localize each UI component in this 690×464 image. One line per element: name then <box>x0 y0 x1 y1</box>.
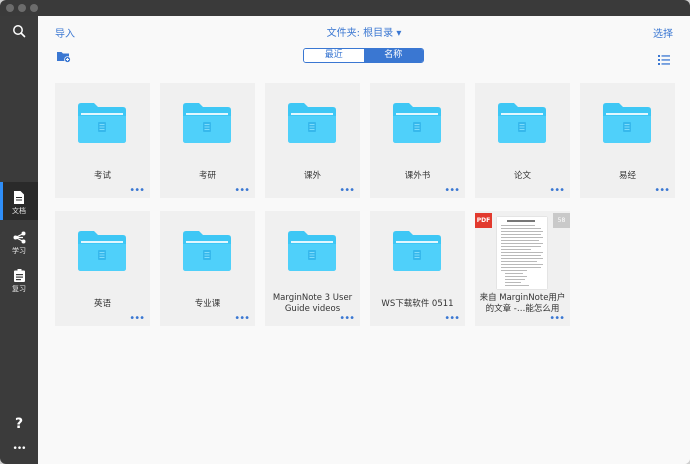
more-options-button[interactable]: ••• <box>549 186 565 196</box>
folder-icon <box>183 231 231 271</box>
folder-icon <box>288 103 336 143</box>
sort-name-tab[interactable]: 名称 <box>363 49 423 62</box>
minimize-window-button[interactable] <box>18 4 26 12</box>
folder-path-dropdown[interactable]: 文件夹: 根目录 ▾ <box>38 24 690 39</box>
folder-icon <box>288 231 336 271</box>
sidebar-item-study[interactable]: 学习 <box>0 222 38 260</box>
sidebar-item-documents[interactable]: 文档 <box>0 182 38 220</box>
sort-segmented-control: 最近 名称 <box>303 48 424 63</box>
top-bar: 导入 文件夹: 根目录 ▾ 选择 <box>38 16 690 44</box>
folder-card[interactable]: 论文 ••• <box>475 83 570 198</box>
folder-card[interactable]: 专业课 ••• <box>160 211 255 326</box>
more-options-button[interactable]: ••• <box>339 314 355 324</box>
sidebar-item-label: 复习 <box>12 285 26 293</box>
folder-name: 课外 <box>303 171 321 181</box>
sidebar-item-review[interactable]: 复习 <box>0 260 38 298</box>
count-badge: 58 <box>553 213 570 228</box>
folder-name: 考研 <box>198 171 216 181</box>
folder-card[interactable]: 课外书 ••• <box>370 83 465 198</box>
folder-card[interactable]: MarginNote 3 User Guide videos ••• <box>265 211 360 326</box>
folder-name: 英语 <box>93 299 111 309</box>
folder-card[interactable]: 考试 ••• <box>55 83 150 198</box>
more-options-button[interactable]: ••• <box>654 186 670 196</box>
more-options-button[interactable]: ••• <box>129 314 145 324</box>
folder-name: MarginNote 3 User Guide videos <box>272 293 353 314</box>
folder-icon <box>78 103 126 143</box>
pdf-badge: PDF <box>475 213 492 228</box>
folder-card[interactable]: WS下载软件 0511 ••• <box>370 211 465 326</box>
more-options-button[interactable]: ••• <box>549 314 565 324</box>
more-options-button[interactable]: ••• <box>234 314 250 324</box>
sidebar-item-label: 文档 <box>12 207 26 215</box>
title-bar <box>0 0 690 16</box>
sidebar-item-label: 学习 <box>12 247 26 255</box>
more-options-button[interactable]: ••• <box>444 186 460 196</box>
folder-name: 易经 <box>618 171 636 181</box>
folder-name: 论文 <box>513 171 531 181</box>
folder-icon <box>393 231 441 271</box>
folder-name: 课外书 <box>404 171 431 181</box>
folder-name: WS下载软件 0511 <box>381 299 454 309</box>
folder-card[interactable]: 考研 ••• <box>160 83 255 198</box>
study-branch-icon <box>0 229 38 245</box>
folder-card[interactable]: 易经 ••• <box>580 83 675 198</box>
document-thumbnail <box>497 217 547 289</box>
folder-card[interactable]: 课外 ••• <box>265 83 360 198</box>
folder-name: 专业课 <box>194 299 221 309</box>
folder-icon <box>603 103 651 143</box>
zoom-window-button[interactable] <box>30 4 38 12</box>
document-icon <box>0 189 38 205</box>
folder-icon <box>393 103 441 143</box>
list-view-icon[interactable] <box>658 50 670 65</box>
more-options-button[interactable]: ••• <box>339 186 355 196</box>
close-window-button[interactable] <box>6 4 14 12</box>
folder-icon <box>183 103 231 143</box>
new-folder-icon[interactable] <box>57 48 71 63</box>
sidebar: 文档 学习 复习 ? ••• <box>0 16 38 464</box>
select-button[interactable]: 选择 <box>653 25 673 40</box>
search-icon[interactable] <box>0 22 38 40</box>
folder-name: 考试 <box>93 171 111 181</box>
help-icon[interactable]: ? <box>0 416 38 432</box>
more-options-button[interactable]: ••• <box>444 314 460 324</box>
more-options-button[interactable]: ••• <box>234 186 250 196</box>
app-window: 文档 学习 复习 ? ••• 导入 文件夹: 根目录 ▾ 选择 最近 名称 考试… <box>0 0 690 464</box>
document-name-line1: 来自 MarginNote用户 <box>479 293 566 303</box>
document-card[interactable]: PDF 58 来自 MarginNote用户 的文章 -…能怎么用 ••• <box>475 211 570 326</box>
sort-recent-tab[interactable]: 最近 <box>304 49 364 62</box>
more-icon[interactable]: ••• <box>0 444 38 454</box>
folder-icon <box>78 231 126 271</box>
more-options-button[interactable]: ••• <box>129 186 145 196</box>
folder-icon <box>498 103 546 143</box>
main-content: 导入 文件夹: 根目录 ▾ 选择 最近 名称 考试 ••• 考研 ••• 课外 … <box>38 16 690 464</box>
review-cards-icon <box>0 267 38 283</box>
folder-card[interactable]: 英语 ••• <box>55 211 150 326</box>
